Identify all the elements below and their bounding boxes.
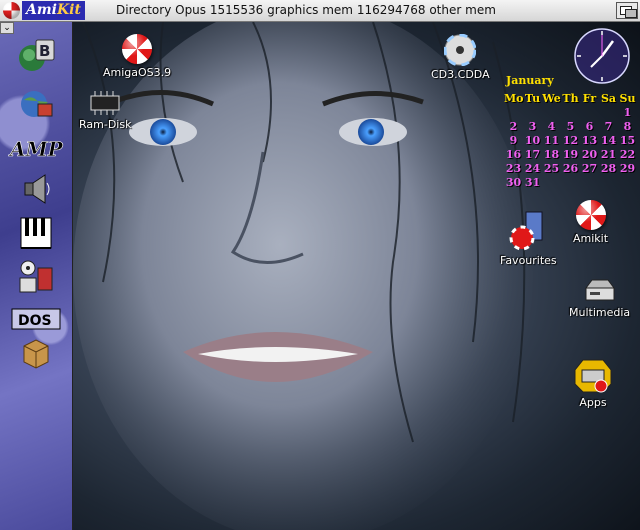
calendar-day: 10 [524, 134, 541, 147]
calendar-day: 18 [543, 148, 560, 161]
favourites-icon[interactable]: Favourites [500, 208, 557, 267]
calendar-day-empty [561, 106, 580, 120]
screen-title-text: Directory Opus 1515536 graphics mem 1162… [116, 3, 496, 17]
cd-drive-icon[interactable]: CD3.CDDA [431, 34, 490, 81]
calendar-day-empty [599, 106, 618, 120]
dock-box-icon[interactable] [8, 334, 64, 372]
dock-piano-icon[interactable] [8, 214, 64, 252]
calendar-day: 15 [619, 134, 636, 147]
amiga-ball-logo-icon [3, 2, 20, 19]
calendar-day: 21 [600, 148, 617, 161]
calendar-day: 20 [581, 148, 598, 161]
calendar-day: 23 [505, 162, 522, 175]
amigaos-disk-icon[interactable]: AmigaOS3.9 [103, 34, 171, 79]
calendar-day: 19 [562, 148, 579, 161]
calendar-weekday-header: Tu [524, 92, 541, 105]
calendar-widget: January Mo Tu We Th Fr Sa Su 1 2 3 4 5 6 7 8 9 10 11 12 13 1… [504, 74, 640, 190]
calendar-day: 8 [623, 120, 632, 133]
calendar-day: 25 [543, 162, 560, 175]
dock-tools-icon[interactable] [8, 258, 64, 296]
calendar-day: 29 [619, 162, 636, 175]
calendar-grid: Mo Tu We Th Fr Sa Su 1 2 3 4 5 6 7 8 9 10 11 12 13 14 15 16 17 1… [504, 92, 640, 190]
calendar-day: 11 [543, 134, 560, 147]
calendar-day-empty [523, 106, 542, 120]
calendar-day: 24 [524, 162, 541, 175]
calendar-weekday-header: Fr [582, 92, 597, 105]
ram-disk-icon[interactable]: Ram-Disk [79, 90, 131, 131]
calendar-day: 14 [600, 134, 617, 147]
dock-menu-handle[interactable]: ⌄ [0, 22, 14, 34]
apps-drawer-icon[interactable]: Apps [573, 358, 613, 409]
calendar-day-empty [542, 106, 561, 120]
calendar-day: 3 [528, 120, 537, 133]
svg-text:B: B [39, 42, 50, 60]
amikit-logo: AmiKit [22, 1, 85, 20]
calendar-weekday-header: Su [619, 92, 636, 105]
calendar-day: 9 [509, 134, 518, 147]
dock-b-icon[interactable]: B [8, 36, 64, 74]
amikit-drawer-icon[interactable]: Amikit [573, 200, 608, 245]
calendar-day: 17 [524, 148, 541, 161]
calendar-day: 26 [562, 162, 579, 175]
dock-amp-icon[interactable]: AMP [8, 130, 64, 168]
calendar-day: 16 [505, 148, 522, 161]
calendar-day: 13 [581, 134, 598, 147]
screen-title-bar[interactable]: AmiKit Directory Opus 1515536 graphics m… [0, 0, 640, 22]
calendar-day: 27 [581, 162, 598, 175]
multimedia-drive-icon[interactable]: Multimedia [569, 276, 630, 319]
left-dock: ⌄ B AMP DOS [0, 22, 73, 530]
calendar-day: 28 [600, 162, 617, 175]
calendar-day: 31 [524, 176, 541, 189]
calendar-weekday-header: Sa [600, 92, 617, 105]
calendar-day: 2 [509, 120, 518, 133]
calendar-weekday-header: We [542, 92, 561, 105]
calendar-day: 7 [604, 120, 613, 133]
calendar-day-empty [504, 106, 523, 120]
dock-dos-icon[interactable]: DOS [8, 300, 64, 338]
screen-depth-gadget-icon[interactable] [616, 2, 638, 19]
calendar-day: 30 [505, 176, 522, 189]
calendar-day-empty [580, 106, 599, 120]
dock-speaker-icon[interactable] [8, 170, 64, 208]
dock-amp-label: AMP [8, 137, 64, 161]
calendar-weekday-header: Th [562, 92, 579, 105]
calendar-day: 22 [619, 148, 636, 161]
dock-globe-icon[interactable] [8, 84, 64, 122]
calendar-day: 5 [566, 120, 575, 133]
calendar-day: 6 [585, 120, 594, 133]
calendar-day: 1 [623, 106, 632, 119]
calendar-day: 4 [547, 120, 556, 133]
calendar-day: 12 [562, 134, 579, 147]
dock-dos-label: DOS [18, 313, 52, 329]
calendar-weekday-header: Mo [504, 92, 524, 105]
analog-clock-widget [574, 28, 630, 84]
